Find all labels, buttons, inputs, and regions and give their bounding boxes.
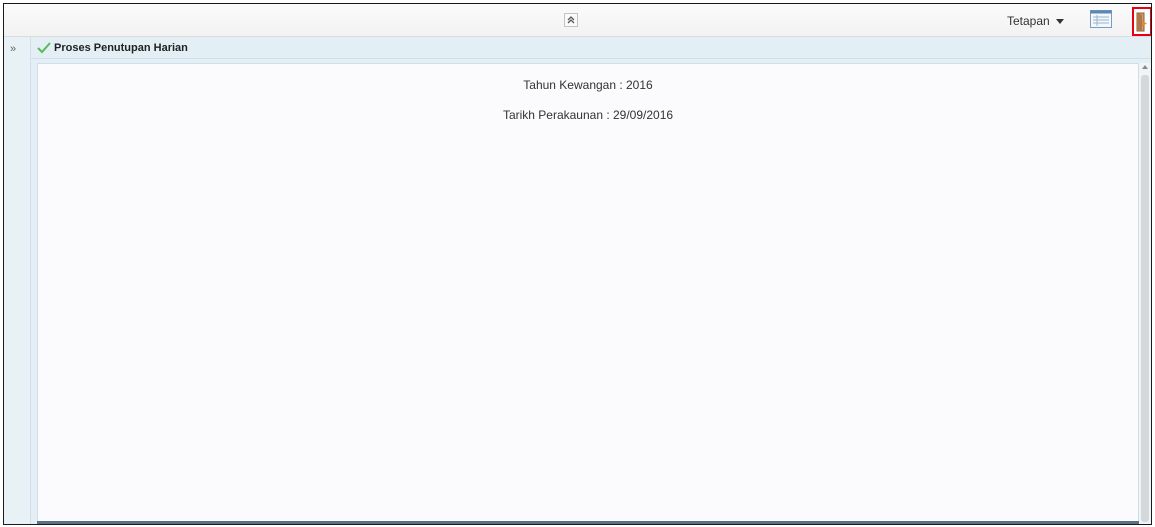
scroll-thumb[interactable] — [1141, 75, 1149, 522]
panel-title: Proses Penutupan Harian — [54, 41, 188, 54]
content-area: Tahun Kewangan : 2016 Tarikh Perakaunan … — [31, 59, 1151, 524]
chevron-down-icon — [1055, 19, 1064, 24]
settings-dropdown[interactable]: Tetapan — [1007, 14, 1064, 28]
panel-header: Proses Penutupan Harian — [31, 37, 1151, 59]
content-panel: Tahun Kewangan : 2016 Tarikh Perakaunan … — [37, 63, 1139, 524]
exit-door-icon — [1136, 12, 1147, 31]
accounting-date-text: Tarikh Perakaunan : 29/09/2016 — [502, 108, 674, 122]
double-chevron-up-icon — [567, 16, 575, 24]
scroll-up-icon[interactable] — [1142, 65, 1148, 69]
settings-label: Tetapan — [1007, 14, 1050, 28]
left-sidebar-rail: » — [4, 37, 31, 524]
double-chevron-right-icon[interactable]: » — [10, 44, 16, 55]
top-toolbar: Tetapan — [4, 4, 1151, 37]
check-icon — [37, 41, 51, 54]
bottom-bar — [37, 521, 1139, 524]
app-window: Tetapan » Proses Penutupan Harian Tahun … — [3, 3, 1152, 525]
financial-year-text: Tahun Kewangan : 2016 — [523, 78, 653, 92]
collapse-header-button[interactable] — [564, 13, 578, 27]
logout-button[interactable] — [1132, 7, 1151, 36]
vertical-scrollbar[interactable] — [1139, 63, 1151, 524]
list-view-icon[interactable] — [1090, 10, 1112, 28]
